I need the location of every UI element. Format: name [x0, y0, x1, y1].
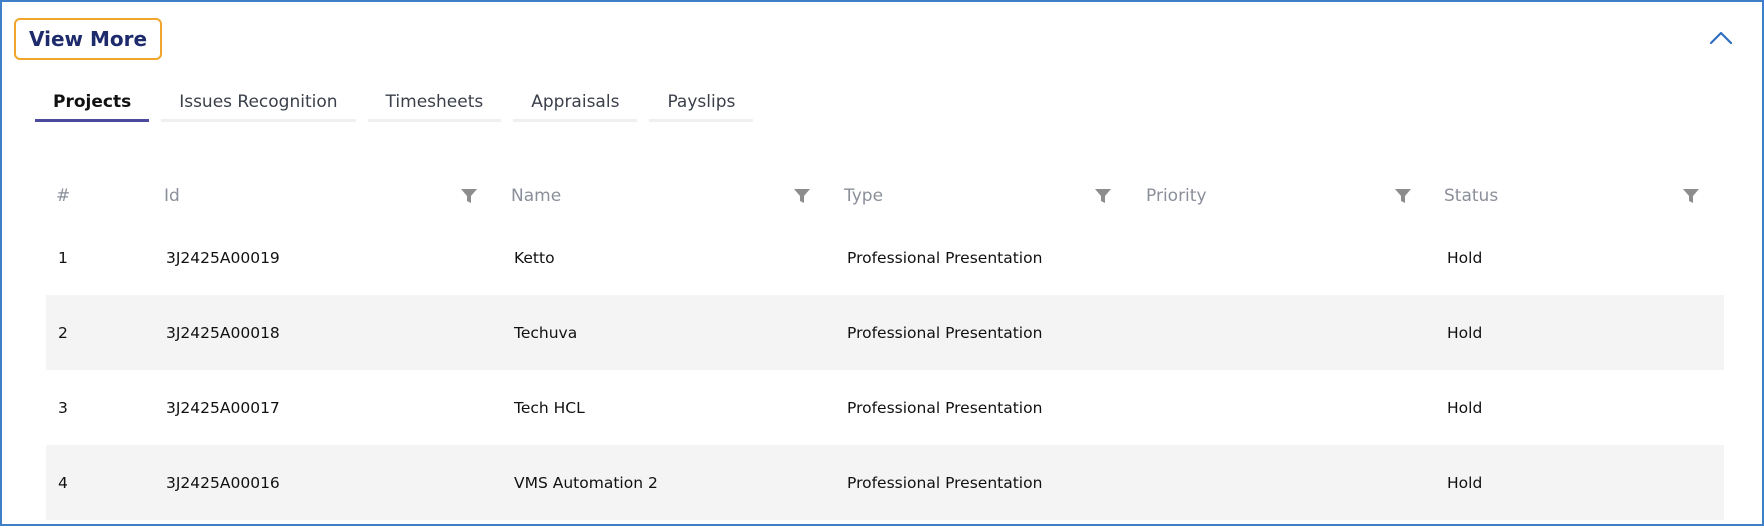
tab-label: Appraisals: [531, 91, 620, 112]
chevron-up-icon[interactable]: [1706, 26, 1736, 50]
tab-projects[interactable]: Projects: [35, 84, 150, 122]
table-row[interactable]: 4 3J2425A00016 VMS Automation 2 Professi…: [46, 445, 1724, 520]
tab-label: Projects: [53, 91, 132, 112]
column-header-id: Id: [164, 186, 180, 206]
tab-label: Issues Recognition: [179, 91, 338, 112]
filter-icon[interactable]: [793, 187, 811, 205]
row-number: 4: [58, 473, 68, 492]
table-row[interactable]: 1 3J2425A00019 Ketto Professional Presen…: [46, 220, 1724, 295]
table-row[interactable]: 2 3J2425A00018 Techuva Professional Pres…: [46, 295, 1724, 370]
filter-icon[interactable]: [1394, 187, 1412, 205]
row-status: Hold: [1447, 473, 1483, 492]
row-name: Techuva: [514, 323, 578, 342]
tab-payslips[interactable]: Payslips: [649, 84, 754, 122]
column-header-number: #: [56, 186, 71, 206]
row-status: Hold: [1447, 248, 1483, 267]
column-header-type: Type: [844, 186, 884, 206]
row-status: Hold: [1447, 398, 1483, 417]
row-name: Ketto: [514, 248, 555, 267]
row-number: 3: [58, 398, 68, 417]
column-header-priority: Priority: [1146, 186, 1207, 206]
column-header-name: Name: [511, 186, 562, 206]
tab-issues-recognition[interactable]: Issues Recognition: [161, 84, 356, 122]
row-id: 3J2425A00018: [166, 323, 280, 342]
row-name: Tech HCL: [514, 398, 585, 417]
tab-bar: Projects Issues Recognition Timesheets A…: [35, 84, 754, 122]
row-status: Hold: [1447, 323, 1483, 342]
row-type: Professional Presentation: [847, 398, 1043, 417]
view-more-label: View More: [28, 27, 148, 51]
filter-icon[interactable]: [1094, 187, 1112, 205]
view-more-button[interactable]: View More: [14, 18, 162, 60]
row-id: 3J2425A00016: [166, 473, 280, 492]
row-id: 3J2425A00017: [166, 398, 280, 417]
tab-label: Timesheets: [385, 91, 484, 112]
projects-table: # Id Name Type Priority Status 1 3J2425A…: [46, 172, 1724, 520]
tab-timesheets[interactable]: Timesheets: [367, 84, 502, 122]
row-id: 3J2425A00019: [166, 248, 280, 267]
tab-label: Payslips: [667, 91, 736, 112]
filter-icon[interactable]: [1682, 187, 1700, 205]
table-header: # Id Name Type Priority Status: [46, 172, 1724, 220]
row-type: Professional Presentation: [847, 473, 1043, 492]
row-name: VMS Automation 2: [514, 473, 658, 492]
row-type: Professional Presentation: [847, 248, 1043, 267]
table-row[interactable]: 3 3J2425A00017 Tech HCL Professional Pre…: [46, 370, 1724, 445]
filter-icon[interactable]: [460, 187, 478, 205]
view-more-panel: View More Projects Issues Recognition Ti…: [0, 0, 1764, 526]
row-number: 1: [58, 248, 68, 267]
row-number: 2: [58, 323, 68, 342]
tab-appraisals[interactable]: Appraisals: [513, 84, 638, 122]
column-header-status: Status: [1444, 186, 1499, 206]
row-type: Professional Presentation: [847, 323, 1043, 342]
